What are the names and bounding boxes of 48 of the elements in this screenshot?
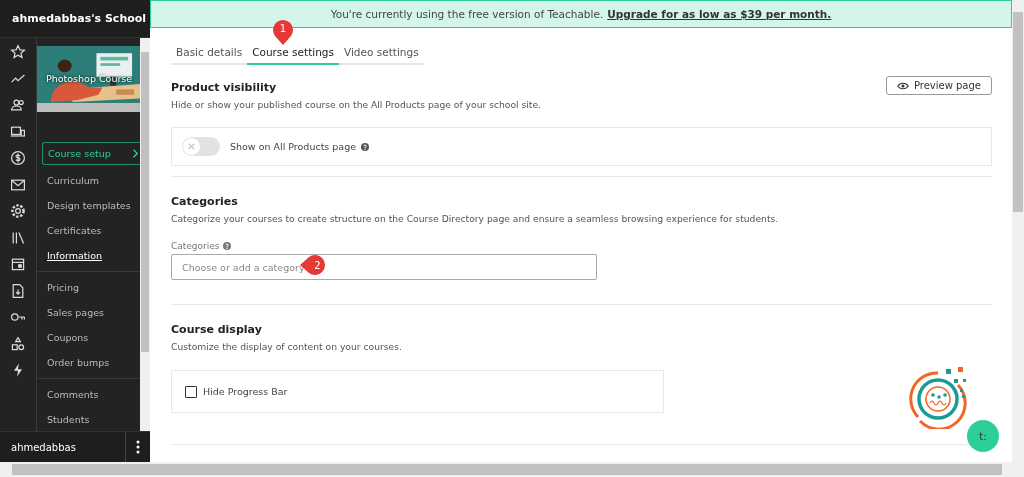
- preview-page-button[interactable]: Preview page: [885, 76, 992, 95]
- nav-link[interactable]: Certificates: [37, 218, 140, 243]
- scrollbar[interactable]: [140, 38, 150, 431]
- checkbox[interactable]: [185, 385, 197, 398]
- nav-link[interactable]: Students: [37, 407, 140, 431]
- help-icon[interactable]: [222, 242, 231, 250]
- logo-drawing: [908, 365, 968, 429]
- step-marker: 1: [272, 18, 294, 45]
- dollar-icon[interactable]: [10, 150, 26, 166]
- nav-link[interactable]: Comments: [37, 382, 140, 407]
- section-title: Course display: [171, 323, 263, 336]
- chevron-right-icon: [132, 149, 138, 158]
- tab[interactable]: Course settings: [247, 42, 339, 65]
- banner-text: You're currently using the free version of Teachable.: [330, 8, 604, 20]
- scrollbar[interactable]: [1012, 0, 1024, 462]
- nav-link[interactable]: Design templates: [37, 193, 140, 218]
- section-description: Customize the display of content on your courses.: [171, 341, 403, 352]
- help-icon[interactable]: [361, 142, 370, 151]
- nav-link[interactable]: Order bumps: [37, 350, 140, 375]
- x-icon: [188, 143, 195, 150]
- section-title: Product visibility: [171, 81, 278, 94]
- section-description: Categorize your courses to create structure on the Course Directory page and ensure a seamless browsing experience for students.: [171, 213, 780, 224]
- calendar-icon[interactable]: [10, 256, 26, 272]
- school-name: ahmedabbas's School: [0, 0, 150, 38]
- upgrade-link[interactable]: Upgrade for as low as $39 per month.: [607, 8, 832, 20]
- users-icon[interactable]: [10, 97, 26, 113]
- shapes-icon[interactable]: [10, 335, 26, 352]
- checkbox-label: Hide Progress Bar: [203, 386, 288, 397]
- settings-icon[interactable]: [10, 203, 26, 219]
- toggle-switch[interactable]: [182, 137, 220, 156]
- user-name: ahmedabbas: [10, 441, 77, 453]
- section-title: Categories: [171, 195, 239, 208]
- library-icon[interactable]: [10, 229, 26, 246]
- toggle-label: Show on All Products page: [230, 141, 357, 152]
- nav-link[interactable]: Pricing: [37, 275, 140, 300]
- nav-link[interactable]: Curriculum: [37, 168, 140, 193]
- scrollbar[interactable]: [0, 462, 1024, 477]
- download-file-icon[interactable]: [10, 282, 26, 299]
- nav-link[interactable]: Information: [37, 243, 140, 268]
- tab[interactable]: Video settings: [339, 42, 424, 65]
- tab[interactable]: Basic details: [171, 42, 248, 65]
- chat-button[interactable]: t:: [967, 420, 999, 452]
- nav-link[interactable]: Sales pages: [37, 300, 140, 325]
- nav-link[interactable]: Coupons: [37, 325, 140, 350]
- field-label: Categories: [171, 241, 220, 251]
- section-description: Hide or show your published course on the All Products page of your school site.: [171, 99, 542, 110]
- star-icon[interactable]: [10, 44, 26, 60]
- eye-icon: [896, 81, 909, 90]
